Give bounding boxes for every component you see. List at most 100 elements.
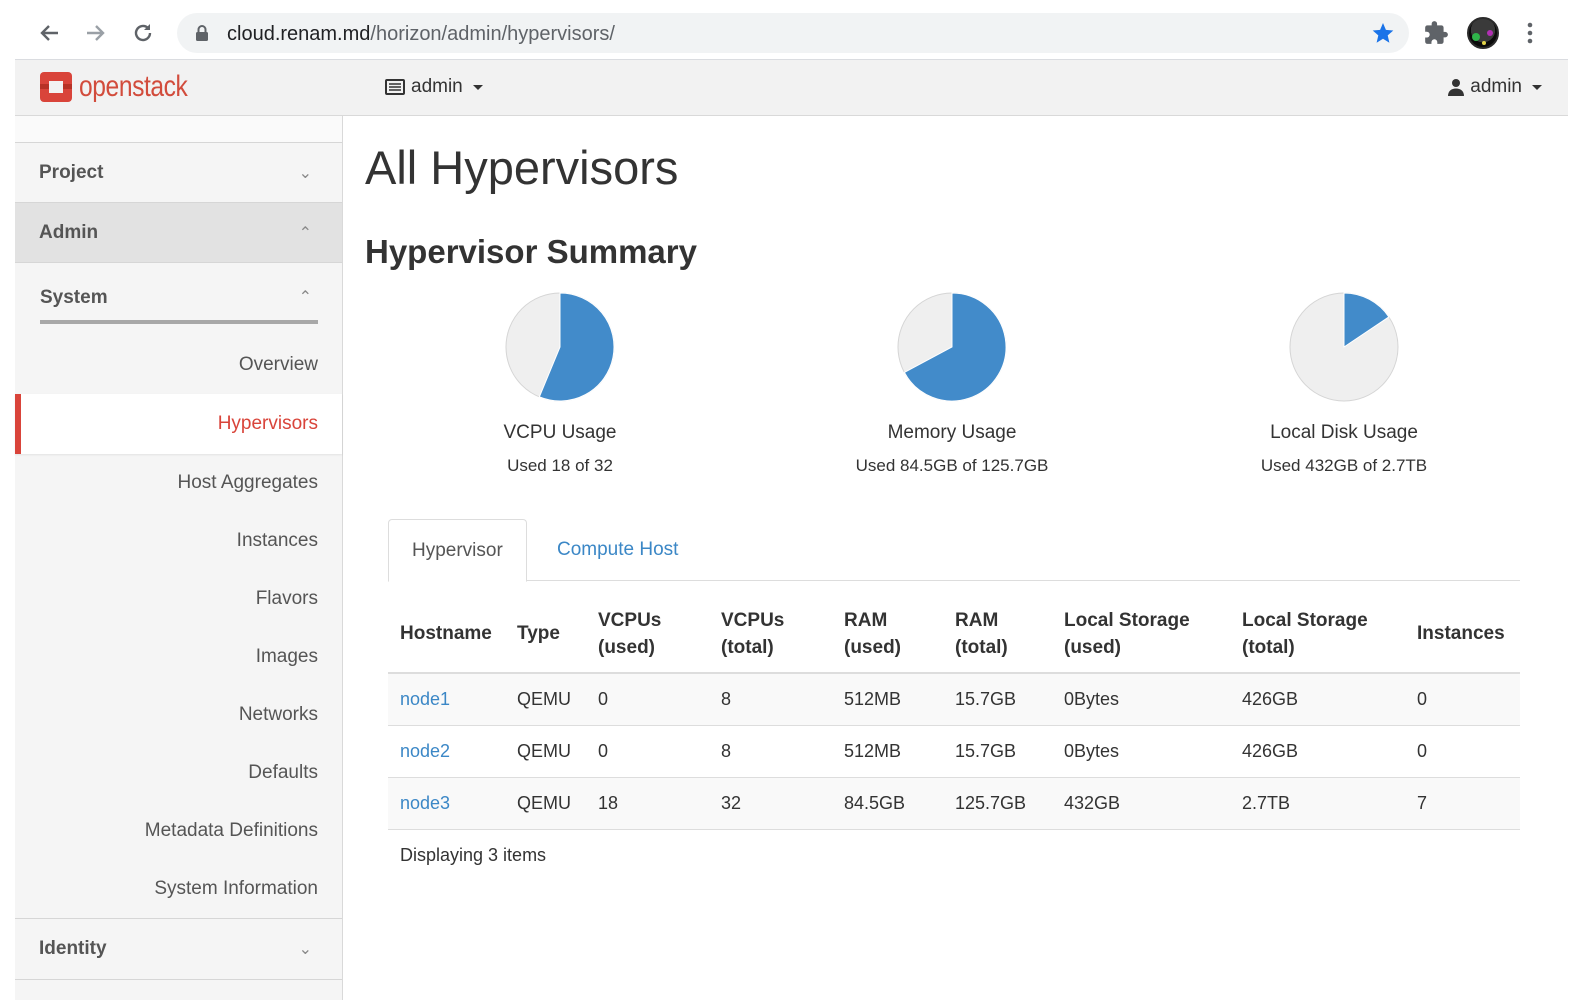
table-cell: 0Bytes [1052,673,1230,726]
openstack-header: openstack admin admin [15,60,1568,116]
sidebar-item-defaults[interactable]: Defaults [15,744,342,802]
column-header[interactable]: RAM (used) [832,595,943,674]
sidebar-panel-admin[interactable]: Admin ⌃ [15,203,342,263]
vcpu-pie [505,292,615,402]
sidebar-item-host-aggregates[interactable]: Host Aggregates [15,454,342,512]
table-cell: 125.7GB [943,777,1052,830]
vcpu-usage-chart: VCPU Usage Used 18 of 32 [410,290,710,476]
reload-icon [134,24,152,42]
column-header[interactable]: Local Storage (used) [1052,595,1230,674]
column-header[interactable]: VCPUs (total) [709,595,832,674]
table-cell: 512MB [832,725,943,778]
bookmark-star-icon[interactable] [1371,21,1395,45]
project-dropdown[interactable]: admin [385,76,483,98]
openstack-logo-icon [40,72,72,102]
chart-label: Local Disk Usage [1270,422,1418,443]
table-cell: 32 [709,777,832,830]
sidebar-panel-project[interactable]: Project ⌄ [15,143,342,203]
chart-label: Memory Usage [887,422,1017,443]
browser-toolbar: cloud.renam.md/horizon/admin/hypervisors… [15,6,1568,60]
table-cell: QEMU [505,777,586,830]
group-divider [40,320,318,324]
chart-subtext: Used 432GB of 2.7TB [1260,456,1428,475]
table-footer-count: Displaying 3 items [400,845,547,865]
table-cell: QEMU [505,673,586,726]
back-button[interactable] [33,17,65,49]
table-row: node2 QEMU 0 8 512MB 15.7GB 0Bytes 426GB… [388,725,1520,778]
table-cell: 0 [1405,673,1520,726]
sidebar-item-flavors[interactable]: Flavors [15,570,342,628]
profile-avatar[interactable] [1467,17,1499,49]
sidebar-item-networks[interactable]: Networks [15,686,342,744]
forward-arrow-icon [87,25,105,41]
user-icon [1448,79,1465,96]
hostname-link[interactable]: node1 [400,689,450,709]
memory-pie [897,292,1007,402]
window-frame-right [1568,0,1586,1000]
logo-text: openstack [79,70,188,103]
sidebar-item-overview[interactable]: Overview [15,336,342,394]
more-vert-icon [1527,22,1533,44]
table-row: node1 QEMU 0 8 512MB 15.7GB 0Bytes 426GB… [388,673,1520,726]
table-row: node3 QEMU 18 32 84.5GB 125.7GB 432GB 2.… [388,777,1520,830]
column-header[interactable]: Instances [1405,595,1520,674]
window-frame-left [0,0,15,1000]
user-dropdown-label: admin [1470,76,1522,97]
tab-compute-host[interactable]: Compute Host [534,519,701,581]
memory-usage-chart: Memory Usage Used 84.5GB of 125.7GB [802,290,1102,476]
column-header[interactable]: Hostname [388,595,505,674]
column-header[interactable]: VCPUs (used) [586,595,709,674]
sidebar-item-instances[interactable]: Instances [15,512,342,570]
table-cell: QEMU [505,725,586,778]
forward-button[interactable] [80,17,112,49]
table-header-row: Hostname Type VCPUs (used) VCPUs (total)… [388,595,1520,674]
sidebar-item-images[interactable]: Images [15,628,342,686]
chevron-down-icon: ⌄ [298,164,312,182]
address-bar[interactable]: cloud.renam.md/horizon/admin/hypervisors… [177,13,1409,53]
table-cell: 15.7GB [943,673,1052,726]
user-dropdown[interactable]: admin [1448,76,1542,98]
table-cell: 0 [1405,725,1520,778]
table-cell: 432GB [1052,777,1230,830]
table-cell: 7 [1405,777,1520,830]
chevron-down-icon: ⌄ [298,941,312,958]
extensions-puzzle-icon[interactable] [1423,20,1449,46]
chevron-up-icon: ⌃ [298,224,312,242]
sidebar-panel-identity[interactable]: Identity ⌄ [15,918,342,980]
table-cell: 426GB [1230,673,1405,726]
table-cell: 8 [709,673,832,726]
hostname-link[interactable]: node2 [400,741,450,761]
browser-menu-button[interactable] [1515,17,1545,49]
sidebar-item-system-information[interactable]: System Information [15,860,342,918]
caret-down-icon [1532,84,1542,90]
sidebar: Project ⌄ Admin ⌃ System ⌃ Overview Hype… [15,116,343,1000]
project-dropdown-label: admin [411,76,463,97]
column-header[interactable]: Local Storage (total) [1230,595,1405,674]
sidebar-item-hypervisors[interactable]: Hypervisors [15,394,342,454]
tab-hypervisor[interactable]: Hypervisor [388,519,527,582]
table-cell: 84.5GB [832,777,943,830]
disk-pie [1289,292,1399,402]
hypervisors-table: Hostname Type VCPUs (used) VCPUs (total)… [388,595,1520,830]
back-arrow-icon [40,25,58,41]
sidebar-item-metadata-definitions[interactable]: Metadata Definitions [15,802,342,860]
chart-subtext: Used 84.5GB of 125.7GB [855,456,1049,475]
local-disk-usage-chart: Local Disk Usage Used 432GB of 2.7TB [1194,290,1494,476]
column-header[interactable]: Type [505,595,586,674]
table-cell: 2.7TB [1230,777,1405,830]
table-cell: 8 [709,725,832,778]
reload-button[interactable] [127,17,159,49]
column-header[interactable]: RAM (total) [943,595,1052,674]
sidebar-panel-label: Project [39,161,104,183]
chevron-up-icon: ⌃ [298,289,312,306]
table-cell: 18 [586,777,709,830]
sidebar-group-system[interactable]: System ⌃ [15,263,342,336]
openstack-logo[interactable]: openstack [39,70,211,104]
table-cell: 426GB [1230,725,1405,778]
hostname-link[interactable]: node3 [400,793,450,813]
tab-bar: Hypervisor Compute Host [388,519,1520,582]
caret-down-icon [472,84,483,90]
main-content: All Hypervisors Hypervisor Summary VCPU … [344,116,1568,1000]
url-text: cloud.renam.md/horizon/admin/hypervisors… [227,23,615,45]
lock-icon [196,25,208,41]
